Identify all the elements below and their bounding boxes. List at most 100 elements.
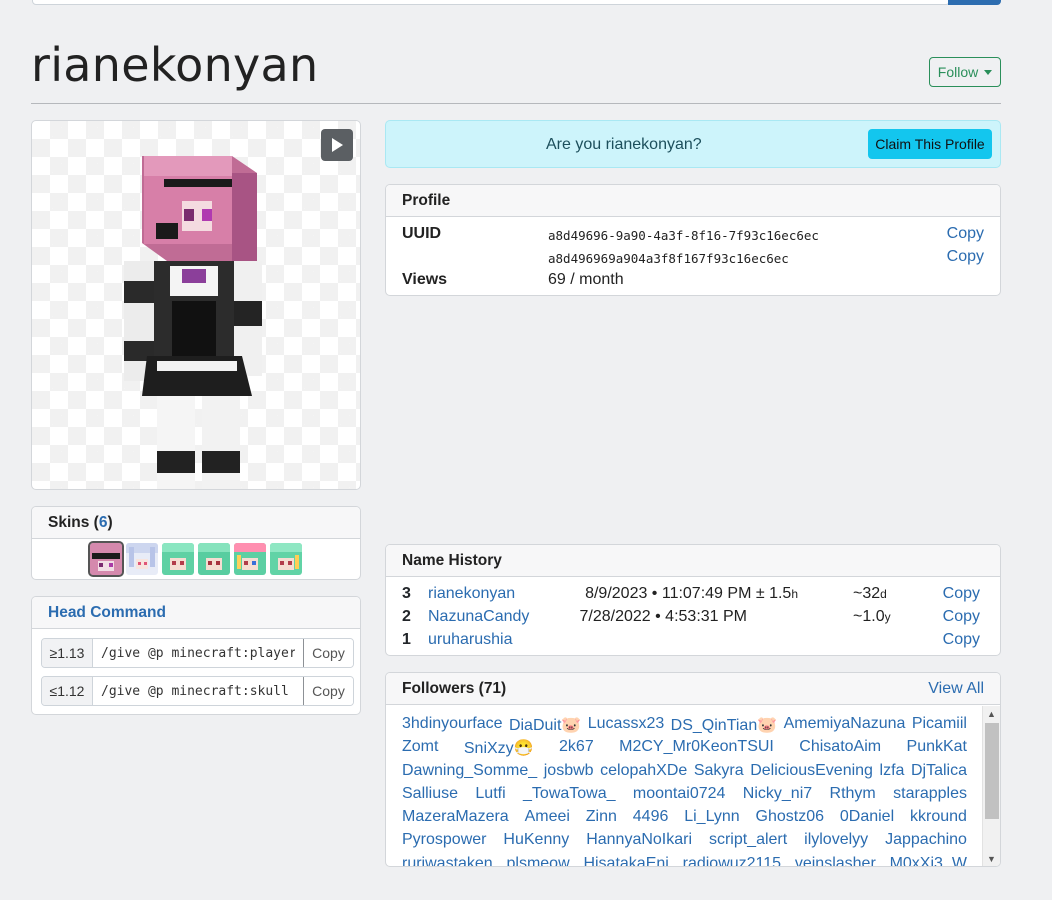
- follower-link[interactable]: _TowaTowa_: [523, 785, 616, 808]
- skin-thumbnail[interactable]: [162, 543, 194, 575]
- follower-link[interactable]: celopahXDe: [600, 762, 687, 785]
- follower-link[interactable]: DiaDuit🐷: [509, 715, 581, 738]
- follower-link[interactable]: starapples: [893, 785, 967, 808]
- follower-link[interactable]: AmemiyaNazuna: [784, 715, 906, 738]
- followers-scrollbar[interactable]: ▲ ▼: [982, 706, 1000, 866]
- uuid-plain: a8d496969a904a3f8f167f93c16ec6ec: [548, 251, 789, 266]
- name-link[interactable]: uruharushia: [428, 631, 513, 649]
- name-date: 8/9/2023 • 11:07:49 PM ± 1.5h: [585, 585, 798, 603]
- followers-row: MazeraMazera Ameei Zinn 4496 Li_Lynn Ghostz06…: [402, 808, 967, 831]
- follower-link[interactable]: 0Daniel: [840, 808, 894, 831]
- command-row-113: ≥1.13 Copy: [41, 638, 354, 668]
- copy-uuid-dashed-button[interactable]: Copy: [947, 225, 984, 243]
- follower-link[interactable]: Li_Lynn: [684, 808, 739, 831]
- follower-link[interactable]: PunkKat: [907, 738, 967, 761]
- follower-link[interactable]: Salliuse: [402, 785, 458, 808]
- claim-profile-button[interactable]: Claim This Profile: [868, 129, 992, 159]
- follower-link[interactable]: script_alert: [709, 831, 787, 854]
- scroll-thumb[interactable]: [985, 723, 999, 819]
- skin-thumbnail[interactable]: [270, 543, 302, 575]
- play-button[interactable]: [321, 129, 353, 161]
- version-label: ≥1.13: [42, 639, 93, 667]
- follower-link[interactable]: Sakyra: [694, 762, 744, 785]
- follower-link[interactable]: M0xXi3_W: [890, 855, 967, 866]
- scroll-down-arrow-icon[interactable]: ▼: [983, 851, 1000, 866]
- skins-header: Skins (6): [32, 507, 360, 539]
- copy-name-button[interactable]: Copy: [943, 631, 980, 649]
- claim-question: Are you rianekonyan?: [546, 136, 702, 153]
- skin-viewer[interactable]: [31, 120, 361, 490]
- follower-link[interactable]: josbwb: [544, 762, 594, 785]
- follower-link[interactable]: 4496: [633, 808, 669, 831]
- name-date: 7/28/2022 • 4:53:31 PM: [579, 608, 748, 625]
- follower-link[interactable]: kkround: [910, 808, 967, 831]
- copy-uuid-plain-button[interactable]: Copy: [947, 248, 984, 266]
- skin-thumbnail[interactable]: [126, 543, 158, 575]
- follower-link[interactable]: MazeraMazera: [402, 808, 509, 831]
- search-button[interactable]: [948, 0, 1001, 5]
- follower-link[interactable]: Jappachino: [885, 831, 967, 854]
- follower-link[interactable]: lzfa: [880, 762, 905, 785]
- followers-row: ruriwastaken plsmeow HisatakaEni radiowuz21…: [402, 855, 967, 866]
- follower-link[interactable]: DS_QinTian🐷: [671, 715, 777, 738]
- followers-row: Salliuse Lutfi _TowaTowa_ moontai0724 Nicky_…: [402, 785, 967, 808]
- follower-link[interactable]: Zomt: [402, 738, 438, 761]
- follower-link[interactable]: Pyrospower: [402, 831, 486, 854]
- follower-link[interactable]: veinslasher: [795, 855, 876, 866]
- follower-link[interactable]: Ghostz06: [756, 808, 824, 831]
- follower-link[interactable]: moontai0724: [633, 785, 726, 808]
- follower-link[interactable]: HuKenny: [503, 831, 569, 854]
- follower-link[interactable]: Picamiil: [912, 715, 967, 738]
- command-input[interactable]: [93, 677, 303, 705]
- head-command-header[interactable]: Head Command: [32, 597, 360, 629]
- skins-label: Skins: [48, 513, 90, 531]
- followers-list[interactable]: 3hdinyourface DiaDuit🐷 Lucassx23 DS_QinTian…: [386, 706, 983, 866]
- skins-count[interactable]: 6: [99, 514, 108, 532]
- scroll-up-arrow-icon[interactable]: ▲: [983, 706, 1000, 722]
- head-command-card: Head Command ≥1.13 Copy ≤1.12 Copy: [31, 596, 361, 715]
- view-all-link[interactable]: View All: [928, 680, 984, 698]
- name-ago-value: ~32: [853, 585, 881, 602]
- follower-link[interactable]: Lutfi: [475, 785, 505, 808]
- follower-link[interactable]: plsmeow: [507, 855, 570, 866]
- skin-thumbnail[interactable]: [234, 543, 266, 575]
- follower-link[interactable]: 2k67: [559, 738, 594, 761]
- follower-link[interactable]: DeliciousEvening: [750, 762, 873, 785]
- skin-thumbnail[interactable]: [88, 541, 124, 577]
- play-icon: [332, 138, 343, 152]
- name-link[interactable]: NazunaCandy: [428, 608, 529, 626]
- copy-button[interactable]: Copy: [303, 639, 353, 667]
- skin-thumbnail[interactable]: [198, 543, 230, 575]
- follower-link[interactable]: Rthym: [830, 785, 876, 808]
- name-ago-value: ~1.0: [853, 608, 885, 625]
- follower-link[interactable]: HannyaNoIkari: [586, 831, 692, 854]
- follower-link[interactable]: ruriwastaken: [402, 855, 493, 866]
- follower-link[interactable]: Lucassx23: [588, 715, 665, 738]
- followers-row: 3hdinyourface DiaDuit🐷 Lucassx23 DS_QinTian…: [402, 715, 967, 738]
- follower-link[interactable]: Zinn: [586, 808, 617, 831]
- copy-button[interactable]: Copy: [303, 677, 353, 705]
- follower-link[interactable]: Nicky_ni7: [743, 785, 812, 808]
- follower-link[interactable]: M2CY_Mr0KeonTSUI: [619, 738, 774, 761]
- follower-link[interactable]: 3hdinyourface: [402, 715, 503, 738]
- profile-card: Profile UUID a8d49696-9a90-4a3f-8f16-7f9…: [385, 184, 1001, 296]
- name-history-card: Name History 3 rianekonyan 8/9/2023 • 11…: [385, 544, 1001, 656]
- follower-link[interactable]: ChisatoAim: [799, 738, 881, 761]
- command-input[interactable]: [93, 639, 303, 667]
- follower-link[interactable]: SniXzy😷: [464, 738, 534, 761]
- follower-link[interactable]: Dawning_Somme_: [402, 762, 537, 785]
- follower-link[interactable]: DjTalica: [911, 762, 967, 785]
- copy-name-button[interactable]: Copy: [943, 608, 980, 626]
- follower-link[interactable]: ilylovelyy: [804, 831, 868, 854]
- followers-row: Zomt SniXzy😷 2k67 M2CY_Mr0KeonTSUI ChisatoAi…: [402, 738, 967, 761]
- follower-link[interactable]: radiowuz2115: [683, 855, 781, 866]
- name-ago: ~1.0y: [853, 608, 891, 626]
- followers-card: Followers (71) View All 3hdinyourface Dia…: [385, 672, 1001, 867]
- copy-name-button[interactable]: Copy: [943, 585, 980, 603]
- head-command-title[interactable]: Head Command: [48, 604, 166, 622]
- follower-link[interactable]: HisatakaEni: [583, 855, 668, 866]
- search-input[interactable]: [32, 0, 950, 5]
- follow-button[interactable]: Follow: [929, 57, 1001, 87]
- name-link[interactable]: rianekonyan: [428, 585, 515, 603]
- follower-link[interactable]: Ameei: [525, 808, 570, 831]
